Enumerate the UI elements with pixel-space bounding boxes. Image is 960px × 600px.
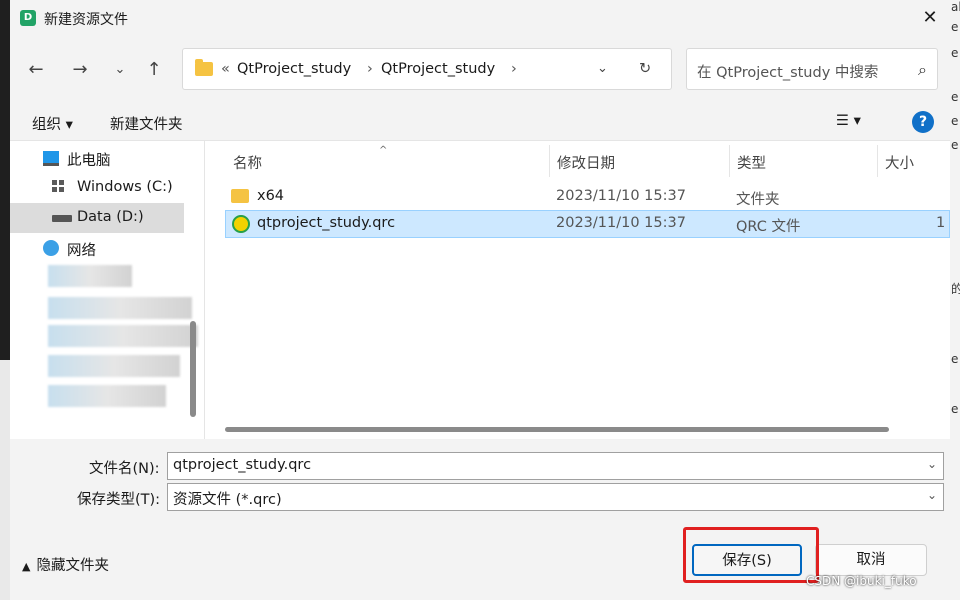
file-date: 2023/11/10 15:37	[556, 215, 686, 231]
filetype-select[interactable]: 资源文件 (*.qrc) ⌄	[167, 483, 944, 511]
chevron-down-icon[interactable]: ⌄	[927, 457, 937, 471]
nav-item-network[interactable]: 网络	[10, 233, 184, 263]
file-type: QRC 文件	[736, 219, 801, 235]
toolbar: 组织 ▾ 新建文件夹 ☰ ▾	[10, 104, 950, 140]
window-title: 新建资源文件	[44, 12, 128, 28]
nav-scrollbar[interactable]	[190, 321, 196, 417]
nav-label: Data (D:)	[77, 209, 144, 225]
search-icon: ⌕	[918, 60, 927, 79]
address-bar[interactable]: « QtProject_study › QtProject_study › ⌄ …	[182, 48, 672, 90]
filetype-label: 保存类型(T):	[77, 492, 161, 508]
network-icon	[43, 240, 59, 256]
breadcrumb-item-1[interactable]: QtProject_study	[237, 61, 351, 77]
nav-label: Windows (C:)	[77, 179, 173, 195]
chevron-up-icon: ▲	[22, 560, 31, 573]
column-header-size[interactable]: 大小	[877, 145, 950, 177]
nav-item-this-pc[interactable]: 此电脑	[10, 143, 184, 173]
nav-item-windows-c[interactable]: Windows (C:)	[10, 173, 184, 203]
help-icon[interactable]: ?	[912, 111, 934, 133]
column-label: 名称	[233, 156, 262, 172]
close-button[interactable]: ✕	[910, 0, 950, 36]
column-label: 大小	[885, 156, 914, 172]
app-icon: D	[20, 10, 36, 26]
refresh-icon[interactable]: ↻	[639, 61, 651, 77]
file-list: 名称 ^ 修改日期 类型 大小 x64 2023/11/10 15:37 文件夹…	[205, 141, 950, 439]
sort-ascending-icon: ^	[379, 145, 388, 156]
blurred-nav-item[interactable]	[48, 265, 132, 287]
qrc-file-icon	[232, 215, 250, 233]
file-row-selected[interactable]: qtproject_study.qrc 2023/11/10 15:37 QRC…	[225, 210, 950, 238]
file-name: x64	[257, 188, 285, 204]
filetype-value: 资源文件 (*.qrc)	[173, 492, 282, 508]
blurred-nav-item[interactable]	[48, 325, 198, 347]
search-box[interactable]: 在 QtProject_study 中搜索 ⌕	[686, 48, 938, 90]
column-label: 类型	[737, 156, 766, 172]
navigation-pane: 此电脑 Windows (C:) Data (D:) 网络	[10, 141, 205, 439]
organize-menu[interactable]: 组织 ▾	[32, 113, 73, 134]
file-name: qtproject_study.qrc	[257, 215, 396, 231]
back-button[interactable]: ←	[22, 56, 50, 84]
column-header-name[interactable]: 名称 ^	[225, 145, 550, 177]
blurred-nav-item[interactable]	[48, 385, 166, 407]
file-size: 1	[936, 215, 946, 231]
blurred-nav-item[interactable]	[48, 297, 192, 319]
blurred-nav-item[interactable]	[48, 355, 180, 377]
filename-field[interactable]: qtproject_study.qrc ⌄	[167, 452, 944, 480]
nav-label: 此电脑	[67, 153, 111, 169]
address-overflow[interactable]: «	[221, 61, 230, 77]
file-type: 文件夹	[736, 192, 780, 208]
background-window-strip: aleee ee的ee	[950, 0, 960, 600]
filename-value[interactable]: qtproject_study.qrc	[173, 457, 311, 473]
column-header-type[interactable]: 类型	[729, 145, 878, 177]
computer-icon	[43, 151, 59, 166]
cancel-button[interactable]: 取消	[815, 544, 927, 576]
watermark: CSDN @ibuki_fuko	[806, 574, 917, 588]
horizontal-scrollbar[interactable]	[225, 427, 889, 432]
column-label: 修改日期	[557, 156, 615, 172]
hide-folders-toggle[interactable]: ▲ 隐藏文件夹	[22, 554, 109, 575]
file-row[interactable]: x64 2023/11/10 15:37 文件夹	[225, 183, 950, 211]
nav-item-data-d[interactable]: Data (D:)	[10, 203, 184, 233]
drive-icon	[52, 215, 72, 222]
forward-button[interactable]: →	[66, 56, 94, 84]
annotation-highlight-box	[683, 527, 819, 583]
recent-locations-button[interactable]: ⌄	[106, 56, 134, 84]
breadcrumb-separator[interactable]: ›	[367, 61, 373, 77]
breadcrumb-item-2[interactable]: QtProject_study	[381, 61, 495, 77]
filename-label: 文件名(N):	[89, 461, 160, 477]
drive-icon	[52, 180, 64, 192]
file-date: 2023/11/10 15:37	[556, 188, 686, 204]
breadcrumb-separator[interactable]: ›	[511, 61, 517, 77]
chevron-down-icon[interactable]: ⌄	[927, 488, 937, 502]
content-area: 此电脑 Windows (C:) Data (D:) 网络 名称 ^ 修改日期 …	[10, 140, 950, 439]
hide-folders-label: 隐藏文件夹	[36, 558, 109, 574]
folder-icon	[195, 59, 213, 76]
up-button[interactable]: ↑	[140, 56, 168, 84]
folder-icon	[231, 189, 249, 203]
chevron-down-icon[interactable]: ⌄	[597, 61, 608, 76]
nav-label: 网络	[67, 243, 96, 259]
background-window-left	[0, 360, 10, 600]
title-bar: D 新建资源文件 ✕	[10, 0, 950, 36]
view-options-button[interactable]: ☰ ▾	[836, 113, 861, 129]
search-input[interactable]: 在 QtProject_study 中搜索	[697, 61, 878, 82]
new-folder-button[interactable]: 新建文件夹	[110, 113, 183, 134]
column-header-date[interactable]: 修改日期	[549, 145, 730, 177]
save-file-dialog: D 新建资源文件 ✕ ← → ⌄ ↑ « QtProject_study › Q…	[10, 0, 950, 600]
